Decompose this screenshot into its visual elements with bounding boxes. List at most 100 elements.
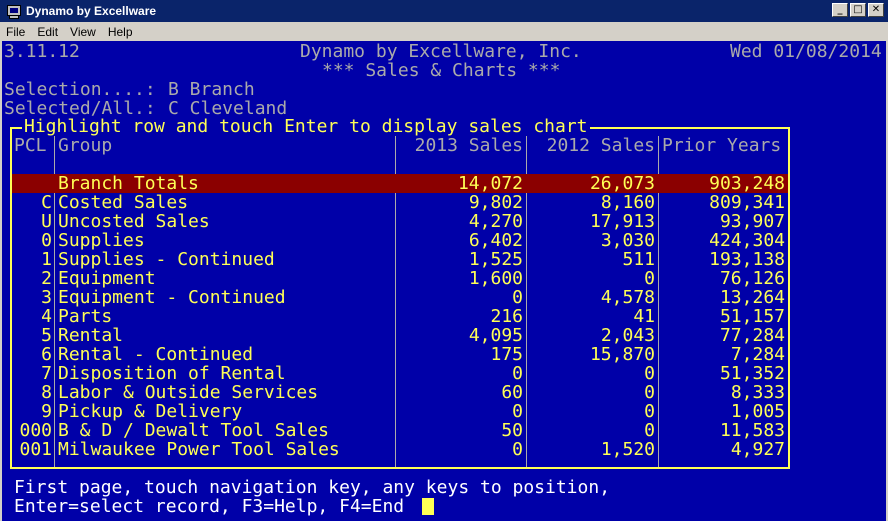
table-row[interactable]: 1 Supplies - Continued 1,525 511 193,138: [12, 250, 788, 269]
cell-2012: 8,160: [600, 192, 655, 213]
table-row[interactable]: 7 Disposition of Rental 0 0 51,352: [12, 364, 788, 383]
table-row[interactable]: 5 Rental 4,095 2,043 77,284: [12, 326, 788, 345]
cell-pcl: 0: [41, 230, 52, 251]
cell-pcl: 9: [41, 401, 52, 422]
cell-prior: 903,248: [709, 173, 785, 194]
col-header-2012: 2012 Sales: [546, 135, 655, 156]
menu-help[interactable]: Help: [102, 25, 139, 39]
cell-pcl: 8: [41, 382, 52, 403]
screen-subtitle: *** Sales & Charts ***: [322, 60, 561, 81]
terminal-app-icon[interactable]: [6, 4, 21, 19]
selection-value: B Branch: [168, 79, 255, 100]
table-row[interactable]: Branch Totals 14,072 26,073 903,248: [12, 174, 788, 193]
cell-pcl: U: [41, 211, 52, 232]
table-row[interactable]: 000 B & D / Dewalt Tool Sales 50 0 11,583: [12, 421, 788, 440]
cell-prior: 13,264: [719, 287, 785, 308]
table-row[interactable]: 2 Equipment 1,600 0 76,126: [12, 269, 788, 288]
cell-2012: 17,913: [589, 211, 655, 232]
title-bar: Dynamo by Excellware _ □ ✕: [0, 0, 888, 22]
cell-group: Supplies - Continued: [58, 249, 275, 270]
box-instructions: Highlight row and touch Enter to display…: [22, 116, 590, 137]
maximize-icon[interactable]: □: [850, 3, 866, 17]
cell-2012: 0: [644, 268, 655, 289]
menu-edit[interactable]: Edit: [31, 25, 64, 39]
cell-2013: 216: [490, 306, 523, 327]
cell-pcl: 5: [41, 325, 52, 346]
cell-2013: 1,525: [468, 249, 523, 270]
cell-2013: 14,072: [457, 173, 523, 194]
cell-group: B & D / Dewalt Tool Sales: [58, 420, 329, 441]
cell-prior: 1,005: [730, 401, 785, 422]
cell-group: Branch Totals: [58, 173, 199, 194]
terminal-screen[interactable]: 3.11.12 Dynamo by Excellware, Inc. Wed 0…: [2, 41, 886, 521]
cell-prior: 424,304: [709, 230, 785, 251]
table-row[interactable]: C Costed Sales 9,802 8,160 809,341: [12, 193, 788, 212]
cell-prior: 8,333: [730, 382, 785, 403]
cell-2012: 41: [633, 306, 655, 327]
col-header-group: Group: [58, 135, 113, 156]
cell-group: Parts: [58, 306, 113, 327]
cell-pcl: 1: [41, 249, 52, 270]
table-row[interactable]: 6 Rental - Continued 175 15,870 7,284: [12, 345, 788, 364]
cell-group: Disposition of Rental: [58, 363, 286, 384]
cell-prior: 51,157: [719, 306, 785, 327]
cell-2012: 4,578: [600, 287, 655, 308]
cell-prior: 93,907: [719, 211, 785, 232]
text-cursor: [422, 498, 434, 515]
selection-label: Selection....:: [4, 79, 156, 100]
company-name: Dynamo by Excellware, Inc.: [300, 41, 582, 62]
cell-2013: 1,600: [468, 268, 523, 289]
menu-view[interactable]: View: [64, 25, 102, 39]
table-row[interactable]: 4 Parts 216 41 51,157: [12, 307, 788, 326]
table-row[interactable]: 0 Supplies 6,402 3,030 424,304: [12, 231, 788, 250]
cell-2013: 0: [512, 401, 523, 422]
cell-2013: 4,270: [468, 211, 523, 232]
cell-2013: 6,402: [468, 230, 523, 251]
cell-prior: 77,284: [719, 325, 785, 346]
window-controls: _ □ ✕: [832, 3, 884, 17]
cell-2012: 0: [644, 382, 655, 403]
cell-group: Supplies: [58, 230, 145, 251]
current-date: Wed 01/08/2014: [730, 41, 882, 62]
cell-group: Pickup & Delivery: [58, 401, 243, 422]
cell-group: Equipment - Continued: [58, 287, 286, 308]
cell-2012: 15,870: [589, 344, 655, 365]
cell-2013: 0: [512, 439, 523, 460]
cell-pcl: 2: [41, 268, 52, 289]
table-row[interactable]: 001 Milwaukee Power Tool Sales 0 1,520 4,927: [12, 440, 788, 459]
close-icon[interactable]: ✕: [868, 3, 884, 17]
cell-prior: 76,126: [719, 268, 785, 289]
menu-file[interactable]: File: [0, 25, 31, 39]
cell-2012: 1,520: [600, 439, 655, 460]
cell-2013: 50: [501, 420, 523, 441]
cell-2012: 26,073: [589, 173, 655, 194]
table-row[interactable]: 9 Pickup & Delivery 0 0 1,005: [12, 402, 788, 421]
cell-pcl: 4: [41, 306, 52, 327]
cell-2013: 175: [490, 344, 523, 365]
table-row[interactable]: 3 Equipment - Continued 0 4,578 13,264: [12, 288, 788, 307]
cell-pcl: 6: [41, 344, 52, 365]
cell-prior: 4,927: [730, 439, 785, 460]
cell-group: Equipment: [58, 268, 156, 289]
cell-group: Uncosted Sales: [58, 211, 210, 232]
cell-prior: 7,284: [730, 344, 785, 365]
cell-prior: 11,583: [719, 420, 785, 441]
status-line-2: Enter=select record, F3=Help, F4=End: [14, 496, 405, 517]
version: 3.11.12: [4, 41, 80, 62]
cell-2012: 0: [644, 363, 655, 384]
cell-group: Milwaukee Power Tool Sales: [58, 439, 340, 460]
col-header-prior: Prior Years: [662, 135, 782, 156]
col-header-2013: 2013 Sales: [414, 135, 523, 156]
cell-group: Rental - Continued: [58, 344, 254, 365]
cell-2013: 0: [512, 287, 523, 308]
window-title: Dynamo by Excellware: [26, 4, 157, 18]
table-row[interactable]: U Uncosted Sales 4,270 17,913 93,907: [12, 212, 788, 231]
cell-2013: 60: [501, 382, 523, 403]
table-row[interactable]: 8 Labor & Outside Services 60 0 8,333: [12, 383, 788, 402]
cell-prior: 51,352: [719, 363, 785, 384]
cell-pcl: 000: [19, 420, 52, 441]
minimize-icon[interactable]: _: [832, 3, 848, 17]
cell-2012: 3,030: [600, 230, 655, 251]
cell-2013: 0: [512, 363, 523, 384]
cell-group: Costed Sales: [58, 192, 189, 213]
